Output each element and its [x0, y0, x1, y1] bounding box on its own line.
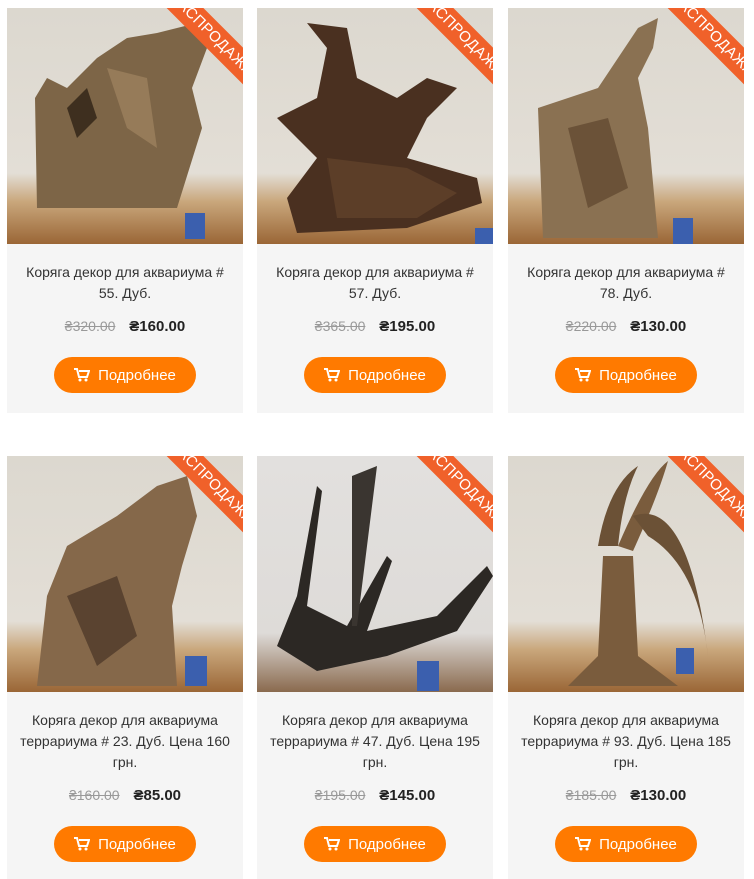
price-block: ₴160.00 ₴85.00 — [7, 787, 243, 804]
cart-icon — [74, 368, 91, 382]
old-price: ₴320.00 — [64, 318, 116, 334]
sale-price: ₴160.00 — [129, 318, 186, 335]
product-card[interactable]: РАСПРОДАЖА Коряга декор для аквариума те… — [508, 456, 744, 879]
price-block: ₴320.00 ₴160.00 — [7, 318, 243, 335]
details-button[interactable]: Подробнее — [54, 357, 196, 393]
old-price: ₴185.00 — [565, 787, 617, 803]
product-image[interactable]: РАСПРОДАЖА — [7, 8, 243, 244]
details-button-label: Подробнее — [98, 366, 176, 384]
product-image[interactable]: РАСПРОДАЖА — [508, 456, 744, 692]
old-price: ₴160.00 — [68, 787, 120, 803]
product-card[interactable]: РАСПРОДАЖА Коряга декор для аквариума # … — [7, 8, 243, 413]
product-image[interactable]: РАСПРОДАЖА — [257, 456, 493, 692]
cart-icon — [575, 837, 592, 851]
product-card[interactable]: РАСПРОДАЖА Коряга декор для аквариума # … — [508, 8, 744, 413]
old-price: ₴220.00 — [565, 318, 617, 334]
old-price: ₴365.00 — [314, 318, 366, 334]
product-title[interactable]: Коряга декор для аквариума # 78. Дуб. — [516, 262, 736, 304]
price-block: ₴365.00 ₴195.00 — [257, 318, 493, 335]
price-block: ₴185.00 ₴130.00 — [508, 787, 744, 804]
product-card[interactable]: РАСПРОДАЖА Коряга декор для аквариума те… — [7, 456, 243, 879]
price-block: ₴195.00 ₴145.00 — [257, 787, 493, 804]
sale-price: ₴145.00 — [379, 787, 436, 804]
cart-icon — [74, 837, 91, 851]
sale-price: ₴85.00 — [133, 787, 182, 804]
product-title[interactable]: Коряга декор для аквариума # 57. Дуб. — [265, 262, 485, 304]
details-button-label: Подробнее — [599, 835, 677, 853]
details-button-label: Подробнее — [599, 366, 677, 384]
details-button[interactable]: Подробнее — [54, 826, 196, 862]
details-button[interactable]: Подробнее — [304, 357, 446, 393]
product-card[interactable]: РАСПРОДАЖА Коряга декор для аквариума те… — [257, 456, 493, 879]
cart-icon — [324, 368, 341, 382]
price-block: ₴220.00 ₴130.00 — [508, 318, 744, 335]
details-button[interactable]: Подробнее — [304, 826, 446, 862]
details-button[interactable]: Подробнее — [555, 357, 697, 393]
sale-price: ₴195.00 — [379, 318, 436, 335]
product-image[interactable]: РАСПРОДАЖА — [508, 8, 744, 244]
details-button-label: Подробнее — [348, 835, 426, 853]
old-price: ₴195.00 — [314, 787, 366, 803]
product-card[interactable]: РАСПРОДАЖА Коряга декор для аквариума # … — [257, 8, 493, 413]
product-title[interactable]: Коряга декор для аквариума # 55. Дуб. — [15, 262, 235, 304]
sale-price: ₴130.00 — [630, 318, 687, 335]
details-button-label: Подробнее — [348, 366, 426, 384]
details-button[interactable]: Подробнее — [555, 826, 697, 862]
sale-price: ₴130.00 — [630, 787, 687, 804]
product-title[interactable]: Коряга декор для аквариума террариума # … — [516, 710, 736, 773]
product-title[interactable]: Коряга декор для аквариума террариума # … — [15, 710, 235, 773]
product-title[interactable]: Коряга декор для аквариума террариума # … — [265, 710, 485, 773]
details-button-label: Подробнее — [98, 835, 176, 853]
cart-icon — [324, 837, 341, 851]
product-image[interactable]: РАСПРОДАЖА — [7, 456, 243, 692]
product-image[interactable]: РАСПРОДАЖА — [257, 8, 493, 244]
cart-icon — [575, 368, 592, 382]
